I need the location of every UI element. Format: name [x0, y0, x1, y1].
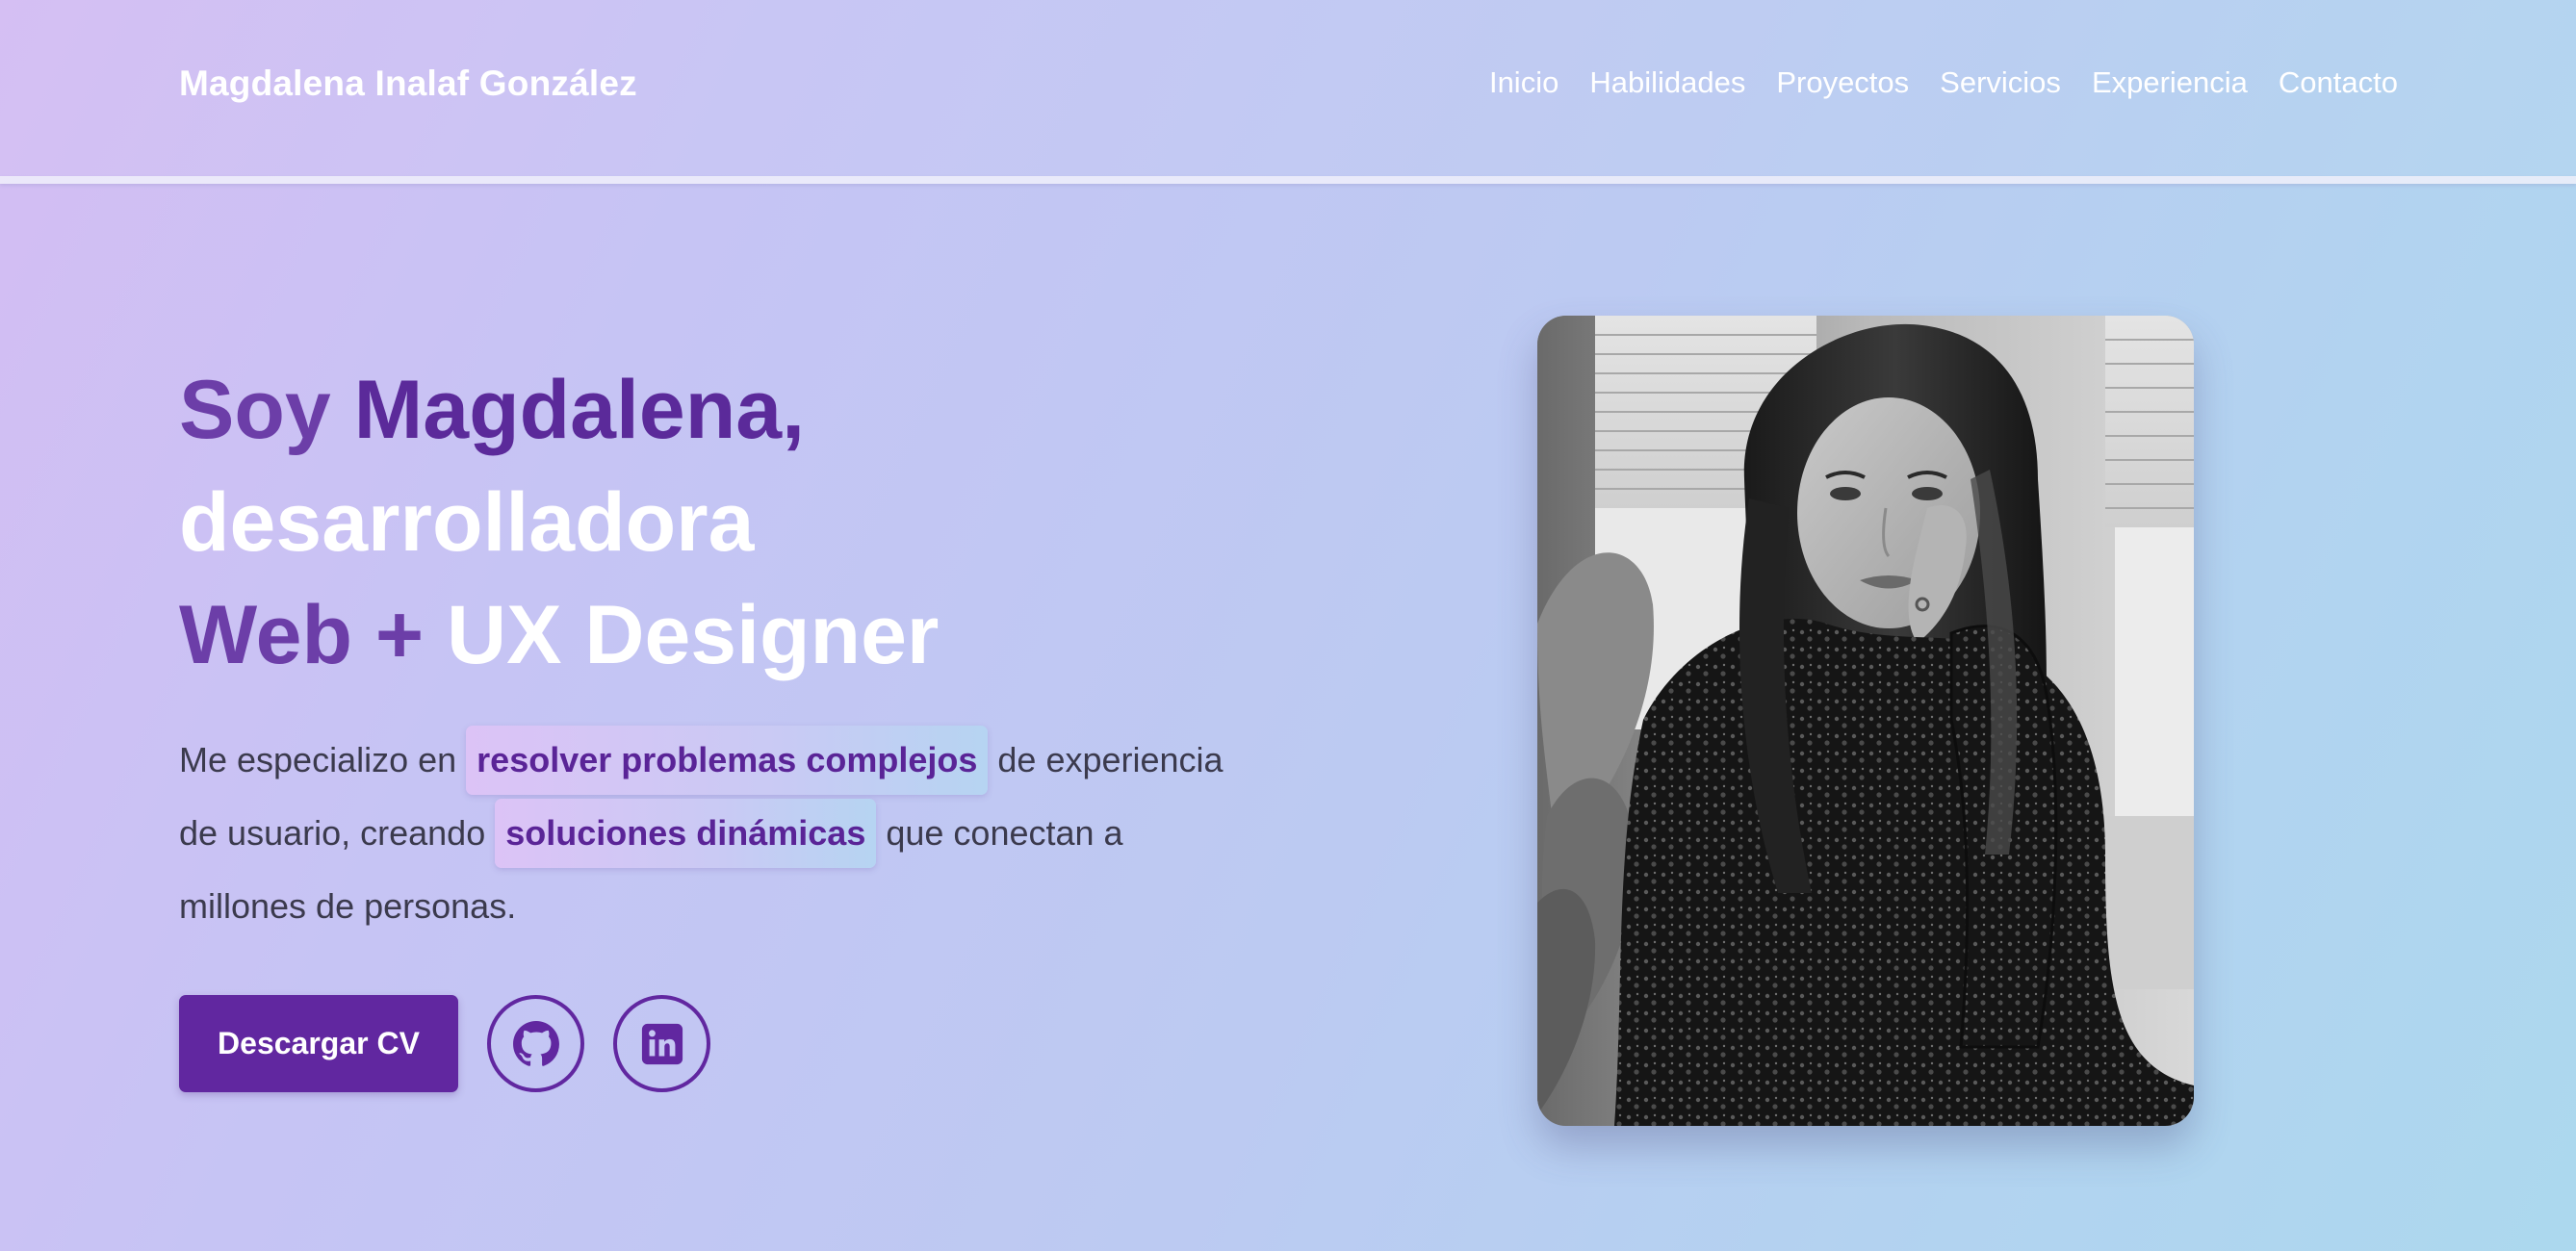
site-brand[interactable]: Magdalena Inalaf González — [179, 64, 637, 104]
github-icon — [512, 1020, 559, 1066]
hero-description: Me especializo en resolver problemas com… — [179, 724, 1257, 943]
nav-link-proyectos[interactable]: Proyectos — [1776, 65, 1909, 100]
profile-photo — [1537, 316, 2194, 1126]
hero-title-ux: UX Designer — [447, 589, 940, 681]
download-cv-button[interactable]: Descargar CV — [179, 995, 458, 1092]
lead-text-1: Me especializo en — [179, 740, 467, 779]
header-divider — [0, 176, 2576, 184]
nav-link-servicios[interactable]: Servicios — [1940, 65, 2061, 100]
hero-title-web: Web + — [179, 589, 447, 681]
highlight-chip-problems: resolver problemas complejos — [466, 726, 989, 795]
site-header: Magdalena Inalaf González Inicio Habilid… — [0, 0, 2576, 177]
profile-photo-illustration — [1537, 316, 2194, 1126]
linkedin-link[interactable] — [613, 995, 710, 1092]
nav-link-experiencia[interactable]: Experiencia — [2092, 65, 2248, 100]
hero-actions: Descargar CV — [179, 995, 710, 1092]
highlight-chip-solutions: soluciones dinámicas — [495, 799, 877, 868]
hero-title-name: Magdalena, — [353, 364, 805, 456]
nav-link-habilidades[interactable]: Habilidades — [1589, 65, 1745, 100]
hero-title-role: desarrolladora — [179, 476, 755, 569]
hero-title: Soy Magdalena, desarrolladora Web + UX D… — [179, 354, 939, 692]
nav-link-inicio[interactable]: Inicio — [1489, 65, 1558, 100]
hero-title-soy: Soy — [179, 364, 354, 456]
github-link[interactable] — [487, 995, 584, 1092]
main-nav: Inicio Habilidades Proyectos Servicios E… — [1489, 65, 2398, 100]
nav-link-contacto[interactable]: Contacto — [2279, 65, 2398, 100]
linkedin-icon — [641, 1023, 683, 1064]
